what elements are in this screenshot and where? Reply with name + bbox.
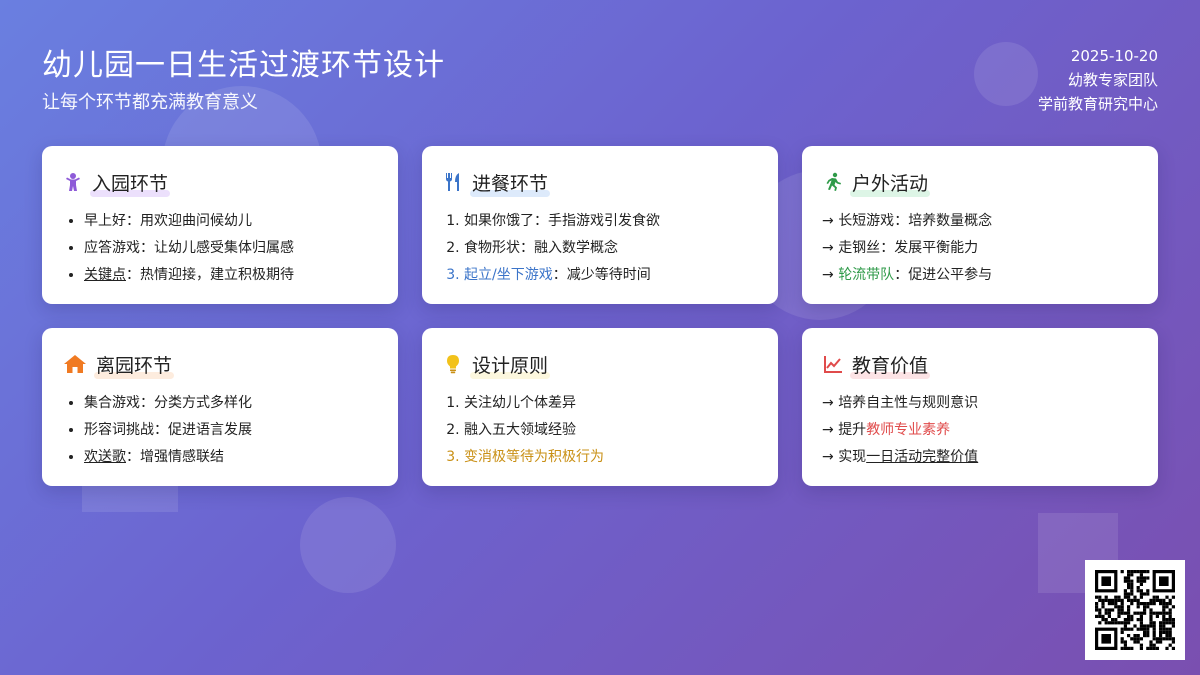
page-title: 幼儿园一日生活过渡环节设计 — [42, 48, 445, 83]
card-list: 集合游戏：分类方式多样化 形容词挑战：促进语言发展 欢送歌：增强情感联结 — [62, 390, 378, 471]
card-title: 离园环节 — [96, 354, 173, 377]
list-item: 如果你饿了：手指游戏引发食欲 — [464, 208, 758, 235]
child-icon — [62, 171, 84, 193]
list-item: 早上好：用欢迎曲问候幼儿 — [84, 208, 378, 235]
card-title: 进餐环节 — [472, 172, 549, 195]
card-arrival: 入园环节 早上好：用欢迎曲问候幼儿 应答游戏：让幼儿感受集体归属感 关键点：热情… — [42, 146, 398, 304]
date-label: 2025-10-20 — [1070, 47, 1158, 65]
list-item: 形容词挑战：促进语言发展 — [84, 417, 378, 444]
card-header: 户外活动 — [822, 166, 1138, 198]
card-header: 教育价值 — [822, 348, 1138, 380]
card-header: 入园环节 — [62, 166, 378, 198]
card-meal: 进餐环节 如果你饿了：手指游戏引发食欲 食物形状：融入数学概念 起立/坐下游戏：… — [422, 146, 778, 304]
card-departure: 离园环节 集合游戏：分类方式多样化 形容词挑战：促进语言发展 欢送歌：增强情感联… — [42, 328, 398, 486]
org-label: 学前教育研究中心 — [1037, 95, 1158, 113]
card-header: 设计原则 — [442, 348, 758, 380]
list-item: 走钢丝：发展平衡能力 — [822, 235, 1138, 262]
chart-line-icon — [822, 353, 844, 375]
page-subtitle: 让每个环节都充满教育意义 — [42, 92, 258, 113]
running-icon — [822, 171, 844, 193]
meta-info: 2025-10-20 幼教专家团队 学前教育研究中心 — [1038, 44, 1158, 116]
card-list: 如果你饿了：手指游戏引发食欲 食物形状：融入数学概念 起立/坐下游戏：减少等待时… — [442, 208, 758, 289]
list-item: 欢送歌：增强情感联结 — [84, 444, 378, 471]
card-header: 进餐环节 — [442, 166, 758, 198]
house-icon — [62, 353, 88, 375]
card-outdoor: 户外活动 长短游戏：培养数量概念 走钢丝：发展平衡能力 轮流带队：促进公平参与 — [802, 146, 1158, 304]
list-item: 轮流带队：促进公平参与 — [822, 262, 1138, 289]
team-label: 幼教专家团队 — [1067, 71, 1158, 89]
decorative-circle — [300, 497, 396, 593]
list-item: 关注幼儿个体差异 — [464, 390, 758, 417]
card-list: 关注幼儿个体差异 融入五大领域经验 变消极等待为积极行为 — [442, 390, 758, 471]
list-item: 提升教师专业素养 — [822, 417, 1138, 444]
card-list: 长短游戏：培养数量概念 走钢丝：发展平衡能力 轮流带队：促进公平参与 — [822, 208, 1138, 289]
list-item: 长短游戏：培养数量概念 — [822, 208, 1138, 235]
card-value: 教育价值 培养自主性与规则意识 提升教师专业素养 实现一日活动完整价值 — [802, 328, 1158, 486]
list-item: 应答游戏：让幼儿感受集体归属感 — [84, 235, 378, 262]
lightbulb-icon — [442, 353, 464, 375]
card-list: 培养自主性与规则意识 提升教师专业素养 实现一日活动完整价值 — [822, 390, 1138, 471]
list-item: 融入五大领域经验 — [464, 417, 758, 444]
list-item: 关键点：热情迎接，建立积极期待 — [84, 262, 378, 289]
card-list: 早上好：用欢迎曲问候幼儿 应答游戏：让幼儿感受集体归属感 关键点：热情迎接，建立… — [62, 208, 378, 289]
card-title: 教育价值 — [852, 354, 929, 377]
card-title: 入园环节 — [92, 172, 169, 195]
card-title: 户外活动 — [852, 172, 929, 195]
decorative-circle — [974, 42, 1038, 106]
card-principles: 设计原则 关注幼儿个体差异 融入五大领域经验 变消极等待为积极行为 — [422, 328, 778, 486]
list-item: 培养自主性与规则意识 — [822, 390, 1138, 417]
list-item: 集合游戏：分类方式多样化 — [84, 390, 378, 417]
card-title: 设计原则 — [472, 354, 549, 377]
card-header: 离园环节 — [62, 348, 378, 380]
list-item: 起立/坐下游戏：减少等待时间 — [464, 262, 758, 289]
list-item: 实现一日活动完整价值 — [822, 444, 1138, 471]
fork-knife-icon — [442, 171, 464, 193]
list-item: 变消极等待为积极行为 — [464, 444, 758, 471]
list-item: 食物形状：融入数学概念 — [464, 235, 758, 262]
qr-code-icon[interactable] — [1085, 560, 1185, 660]
